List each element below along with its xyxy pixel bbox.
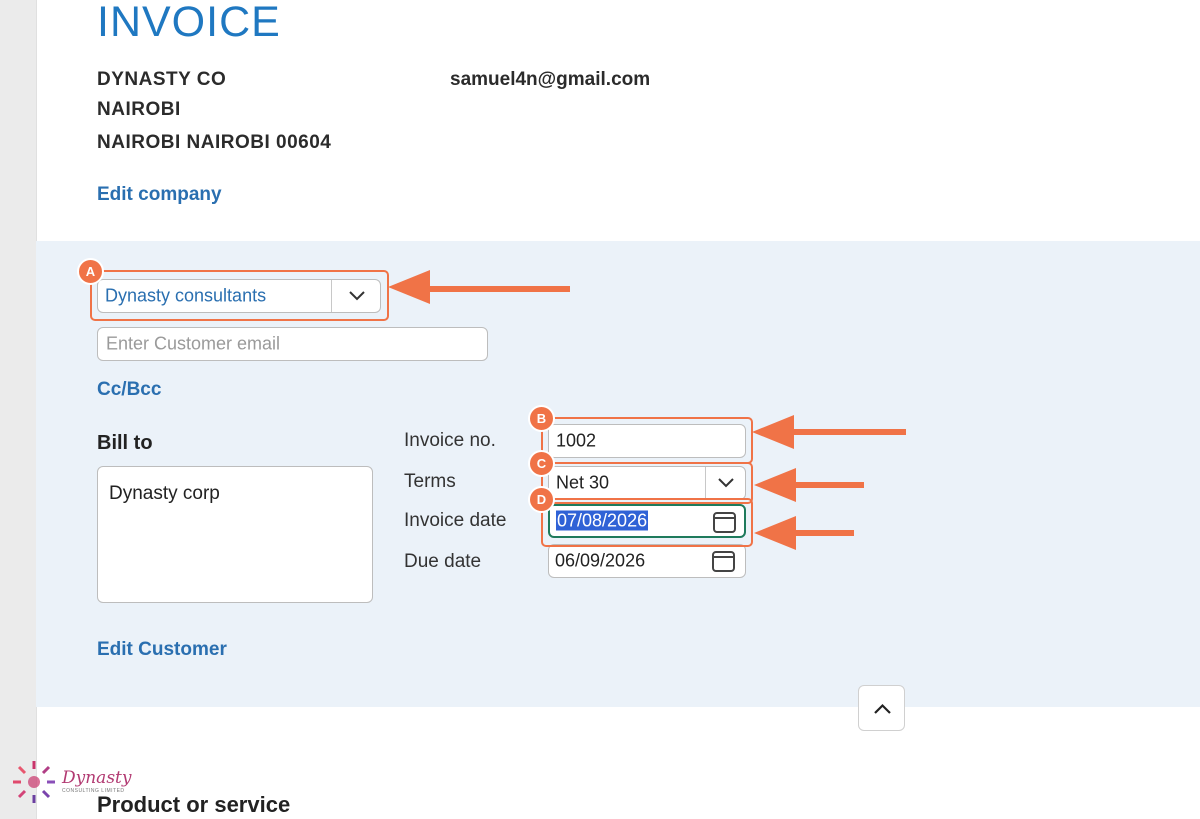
- terms-label: Terms: [404, 471, 456, 492]
- company-email: samuel4n@gmail.com: [450, 69, 651, 90]
- logo-text: Dynasty: [62, 768, 132, 788]
- callout-b-box: [541, 417, 753, 464]
- bill-to-label: Bill to: [97, 432, 153, 454]
- callout-a-badge: A: [77, 258, 104, 285]
- page-title: INVOICE: [97, 0, 281, 46]
- customer-email-input[interactable]: Enter Customer email: [97, 327, 488, 361]
- product-heading: Product or service: [97, 792, 291, 817]
- callout-a-box: [90, 270, 389, 321]
- due-date-label: Due date: [404, 551, 482, 572]
- company-address: NAIROBI NAIROBI 00604: [97, 132, 332, 153]
- company-name: DYNASTY CO: [97, 69, 227, 90]
- due-date-value: 06/09/2026: [555, 550, 646, 571]
- arrow-a-icon: [388, 270, 570, 304]
- company-city: NAIROBI: [97, 99, 181, 120]
- due-date-input[interactable]: 06/09/2026: [548, 544, 746, 578]
- callout-d-box: [541, 498, 753, 547]
- callout-b-badge: B: [528, 405, 555, 432]
- customer-email-placeholder: Enter Customer email: [106, 333, 281, 354]
- collapse-button[interactable]: [858, 685, 905, 731]
- logo-mark-icon: [13, 761, 55, 803]
- callout-d-badge: D: [528, 486, 555, 513]
- dynasty-logo: Dynasty CONSULTING LIMITED: [10, 758, 131, 808]
- arrow-b-icon: [752, 415, 906, 449]
- edit-customer-link[interactable]: Edit Customer: [97, 639, 227, 661]
- cc-bcc-link[interactable]: Cc/Bcc: [97, 379, 161, 401]
- callout-c-badge: C: [528, 450, 555, 477]
- arrow-d-icon: [754, 516, 854, 550]
- bill-to-textarea[interactable]: Dynasty corp: [97, 466, 373, 603]
- chevron-up-icon: [874, 703, 891, 714]
- invoice-date-label: Invoice date: [404, 510, 507, 531]
- invoice-no-label: Invoice no.: [404, 430, 496, 451]
- calendar-icon[interactable]: [711, 549, 737, 578]
- left-rail: [0, 0, 37, 819]
- arrow-c-icon: [754, 468, 864, 502]
- logo-subtext: CONSULTING LIMITED: [62, 788, 125, 794]
- bill-to-value: Dynasty corp: [109, 483, 220, 504]
- edit-company-link[interactable]: Edit company: [97, 184, 222, 206]
